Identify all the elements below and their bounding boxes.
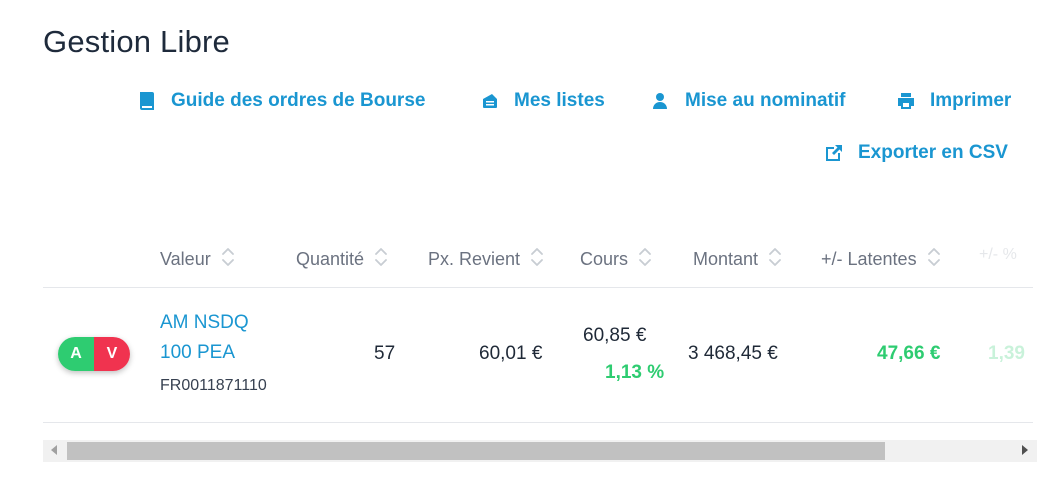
scrollbar-thumb[interactable] bbox=[67, 442, 885, 460]
guide-ordres-link[interactable]: Guide des ordres de Bourse bbox=[137, 90, 425, 112]
guide-ordres-label: Guide des ordres de Bourse bbox=[171, 90, 426, 111]
cost-price-value: 60,01 € bbox=[479, 343, 543, 364]
security-name-line1[interactable]: AM NSDQ bbox=[160, 312, 249, 334]
quantity-value: 57 bbox=[374, 343, 396, 364]
column-header-montant[interactable]: Montant bbox=[693, 246, 782, 273]
scroll-left-arrow-icon[interactable] bbox=[51, 445, 57, 455]
sort-icon[interactable] bbox=[530, 246, 544, 273]
list-icon bbox=[483, 94, 497, 108]
column-header-latentes[interactable]: +/- Latentes bbox=[821, 246, 941, 273]
column-header-valeur[interactable]: Valeur bbox=[160, 246, 235, 273]
horizontal-scrollbar[interactable] bbox=[43, 440, 1037, 462]
exporter-csv-label: Exporter en CSV bbox=[858, 142, 1008, 163]
sort-icon[interactable] bbox=[638, 246, 652, 273]
user-icon bbox=[653, 93, 667, 109]
sort-icon[interactable] bbox=[374, 246, 388, 273]
book-icon bbox=[140, 92, 154, 110]
mes-listes-label: Mes listes bbox=[514, 90, 605, 111]
printer-icon bbox=[898, 93, 914, 109]
column-header-cours[interactable]: Cours bbox=[580, 246, 652, 273]
unrealized-value: 47,66 € bbox=[877, 343, 941, 364]
column-header-quantite[interactable]: Quantité bbox=[296, 246, 388, 273]
scroll-right-arrow-icon[interactable] bbox=[1022, 445, 1028, 455]
column-header-latentes-pct[interactable]: +/- % bbox=[979, 246, 1017, 264]
external-link-icon bbox=[826, 145, 842, 161]
header-divider bbox=[43, 287, 1033, 288]
sell-button[interactable]: V bbox=[94, 337, 130, 371]
unrealized-pct-value: 1,39 bbox=[988, 343, 1025, 364]
buy-sell-toggle: A V bbox=[58, 337, 130, 371]
security-isin: FR0011871110 bbox=[160, 377, 267, 394]
imprimer-label: Imprimer bbox=[930, 90, 1012, 111]
security-name-line2[interactable]: 100 PEA bbox=[160, 342, 235, 364]
imprimer-link[interactable]: Imprimer bbox=[896, 90, 1011, 112]
sort-icon[interactable] bbox=[221, 246, 235, 273]
mes-listes-link[interactable]: Mes listes bbox=[480, 90, 605, 112]
exporter-csv-link[interactable]: Exporter en CSV bbox=[824, 142, 1008, 164]
page-title: Gestion Libre bbox=[43, 24, 230, 59]
buy-button[interactable]: A bbox=[58, 337, 94, 371]
amount-value: 3 468,45 € bbox=[688, 343, 778, 364]
price-value: 60,85 € bbox=[583, 325, 647, 346]
column-header-px-revient[interactable]: Px. Revient bbox=[428, 246, 544, 273]
mise-au-nominatif-label: Mise au nominatif bbox=[685, 90, 846, 111]
sort-icon[interactable] bbox=[768, 246, 782, 273]
price-change-value: 1,13 % bbox=[605, 362, 665, 383]
mise-au-nominatif-link[interactable]: Mise au nominatif bbox=[651, 90, 845, 112]
sort-icon[interactable] bbox=[927, 246, 941, 273]
row-divider bbox=[43, 422, 1033, 423]
